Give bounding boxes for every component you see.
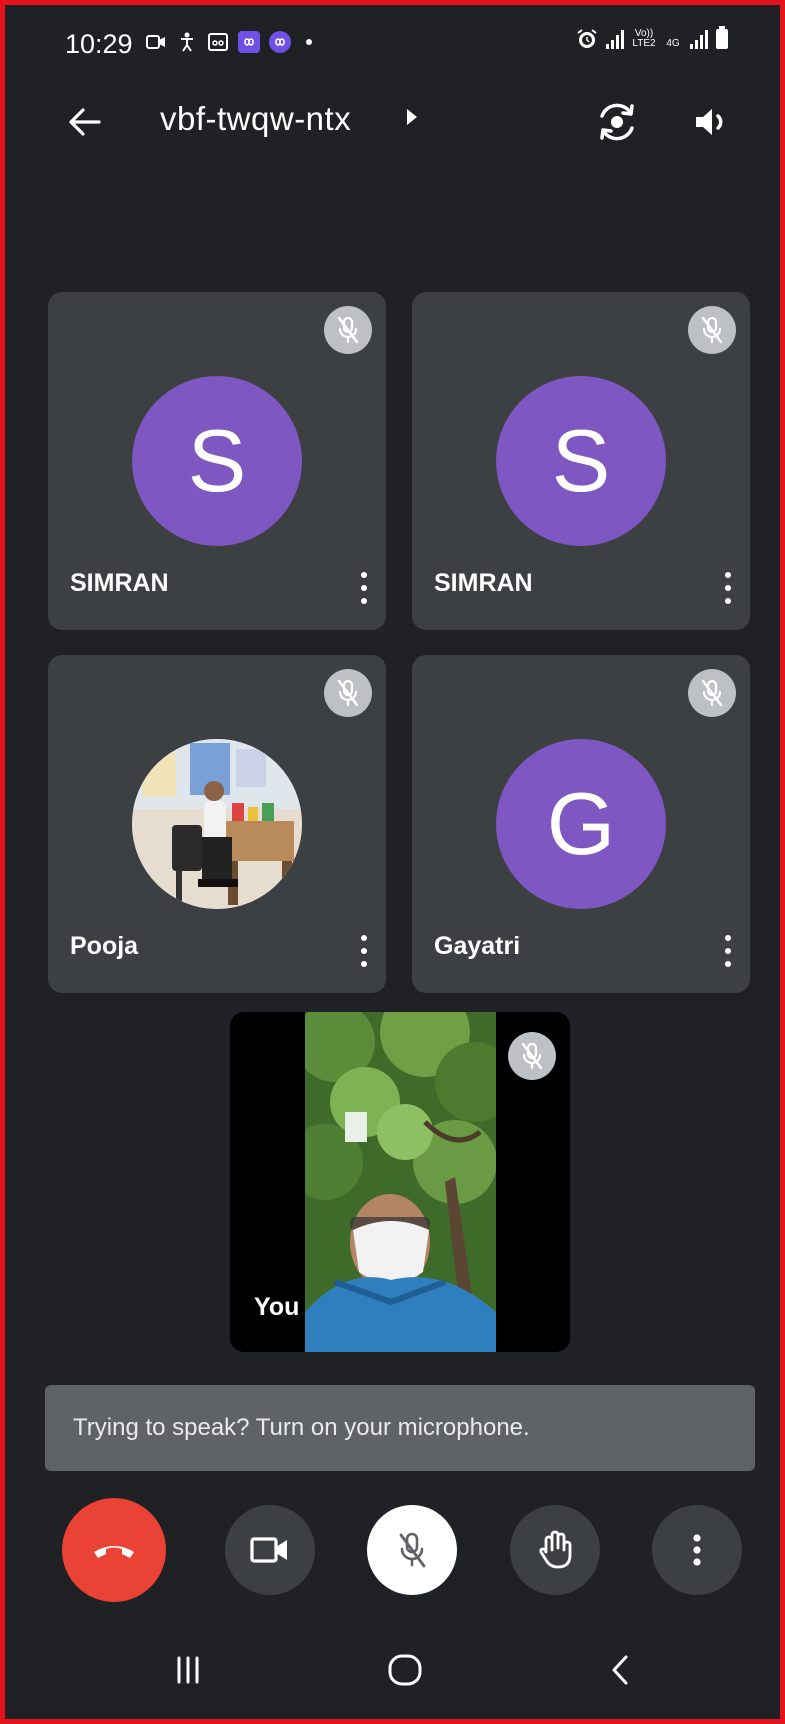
sim1-label: Vo)) LTE2 (632, 28, 656, 49)
volume-icon (696, 109, 723, 135)
more-options-button[interactable] (652, 1505, 742, 1595)
arrow-back-icon (69, 108, 101, 136)
profile-photo (132, 739, 302, 909)
signal-2-icon (690, 29, 708, 49)
participant-avatar: S (496, 376, 666, 546)
accessibility-icon (176, 32, 198, 52)
call-header: vbf-twqw-ntx (5, 85, 780, 165)
participant-tile[interactable]: Pooja (48, 655, 386, 993)
app-notification-round-icon (269, 31, 291, 53)
participant-name: Gayatri (434, 932, 521, 960)
status-time: 10:29 (65, 29, 133, 59)
participant-name: SIMRAN (434, 569, 533, 597)
mic-off-icon (337, 316, 359, 344)
phone-hangup-icon (94, 1546, 134, 1558)
status-bar: 10:29 Vo)) LTE2 4G (5, 5, 780, 75)
participant-tile[interactable]: S SIMRAN (412, 292, 750, 630)
meeting-details-arrow-icon[interactable] (407, 109, 417, 125)
mic-off-badge (324, 306, 372, 354)
system-status-icons: Vo)) LTE2 4G (576, 26, 728, 49)
app-notification-icon (238, 31, 260, 53)
videocam-icon (250, 1537, 287, 1563)
back-button[interactable] (60, 97, 110, 147)
mic-prompt-text: Trying to speak? Turn on your microphone… (73, 1414, 530, 1441)
voicemail-icon (207, 32, 229, 52)
meet-call-screen: 10:29 Vo)) LTE2 4G vbf-twqw-ntx S SIMRAN… (5, 5, 780, 1719)
more-vert-icon (693, 1534, 701, 1566)
participant-name: Pooja (70, 932, 139, 960)
mic-off-icon (399, 1532, 426, 1568)
participant-more-button[interactable] (720, 931, 736, 971)
notification-icons (145, 31, 312, 53)
mic-off-badge (324, 669, 372, 717)
participant-name: SIMRAN (70, 569, 169, 597)
mic-off-icon (701, 679, 723, 707)
switch-camera-icon (600, 103, 634, 141)
alarm-icon (576, 29, 598, 49)
meeting-code[interactable]: vbf-twqw-ntx (160, 100, 351, 138)
participant-more-button[interactable] (356, 568, 372, 608)
mic-off-badge (688, 306, 736, 354)
participant-tile[interactable]: S SIMRAN (48, 292, 386, 630)
screenshot-frame: 10:29 Vo)) LTE2 4G vbf-twqw-ntx S SIMRAN… (0, 0, 785, 1724)
call-controls (5, 1498, 780, 1605)
system-nav-bar (5, 1625, 780, 1719)
camera-toggle-button[interactable] (225, 1505, 315, 1595)
participant-more-button[interactable] (356, 931, 372, 971)
switch-camera-button[interactable] (590, 95, 644, 149)
self-view-tile[interactable]: You (230, 1012, 570, 1352)
back-chevron-icon (612, 1655, 628, 1685)
participant-tile[interactable]: G Gayatri (412, 655, 750, 993)
battery-icon (716, 26, 728, 49)
self-view-label: You (254, 1293, 300, 1321)
mic-off-icon (701, 316, 723, 344)
signal-1-icon (606, 29, 624, 49)
recent-apps-button[interactable] (158, 1645, 218, 1695)
participant-avatar: S (132, 376, 302, 546)
back-nav-button[interactable] (590, 1645, 650, 1695)
more-notifications-dot-icon (306, 39, 312, 45)
participant-more-button[interactable] (720, 568, 736, 608)
self-camera-video (305, 1012, 496, 1352)
participant-photo-avatar (132, 739, 302, 909)
speaker-button[interactable] (685, 95, 739, 149)
raise-hand-button[interactable] (510, 1505, 600, 1595)
mic-off-icon (521, 1042, 543, 1070)
mic-off-badge (508, 1032, 556, 1080)
self-video-frame (305, 1012, 496, 1352)
home-button[interactable] (375, 1645, 435, 1695)
sim2-label: 4G (666, 38, 680, 49)
mic-toggle-button[interactable] (367, 1505, 457, 1595)
mic-off-badge (688, 669, 736, 717)
mic-prompt-banner[interactable]: Trying to speak? Turn on your microphone… (45, 1385, 755, 1471)
participant-avatar: G (496, 739, 666, 909)
video-notification-icon (145, 32, 167, 52)
home-icon (388, 1654, 422, 1686)
recent-apps-icon (177, 1656, 199, 1684)
mic-off-icon (337, 679, 359, 707)
end-call-button[interactable] (62, 1498, 166, 1602)
hand-icon (539, 1530, 572, 1569)
